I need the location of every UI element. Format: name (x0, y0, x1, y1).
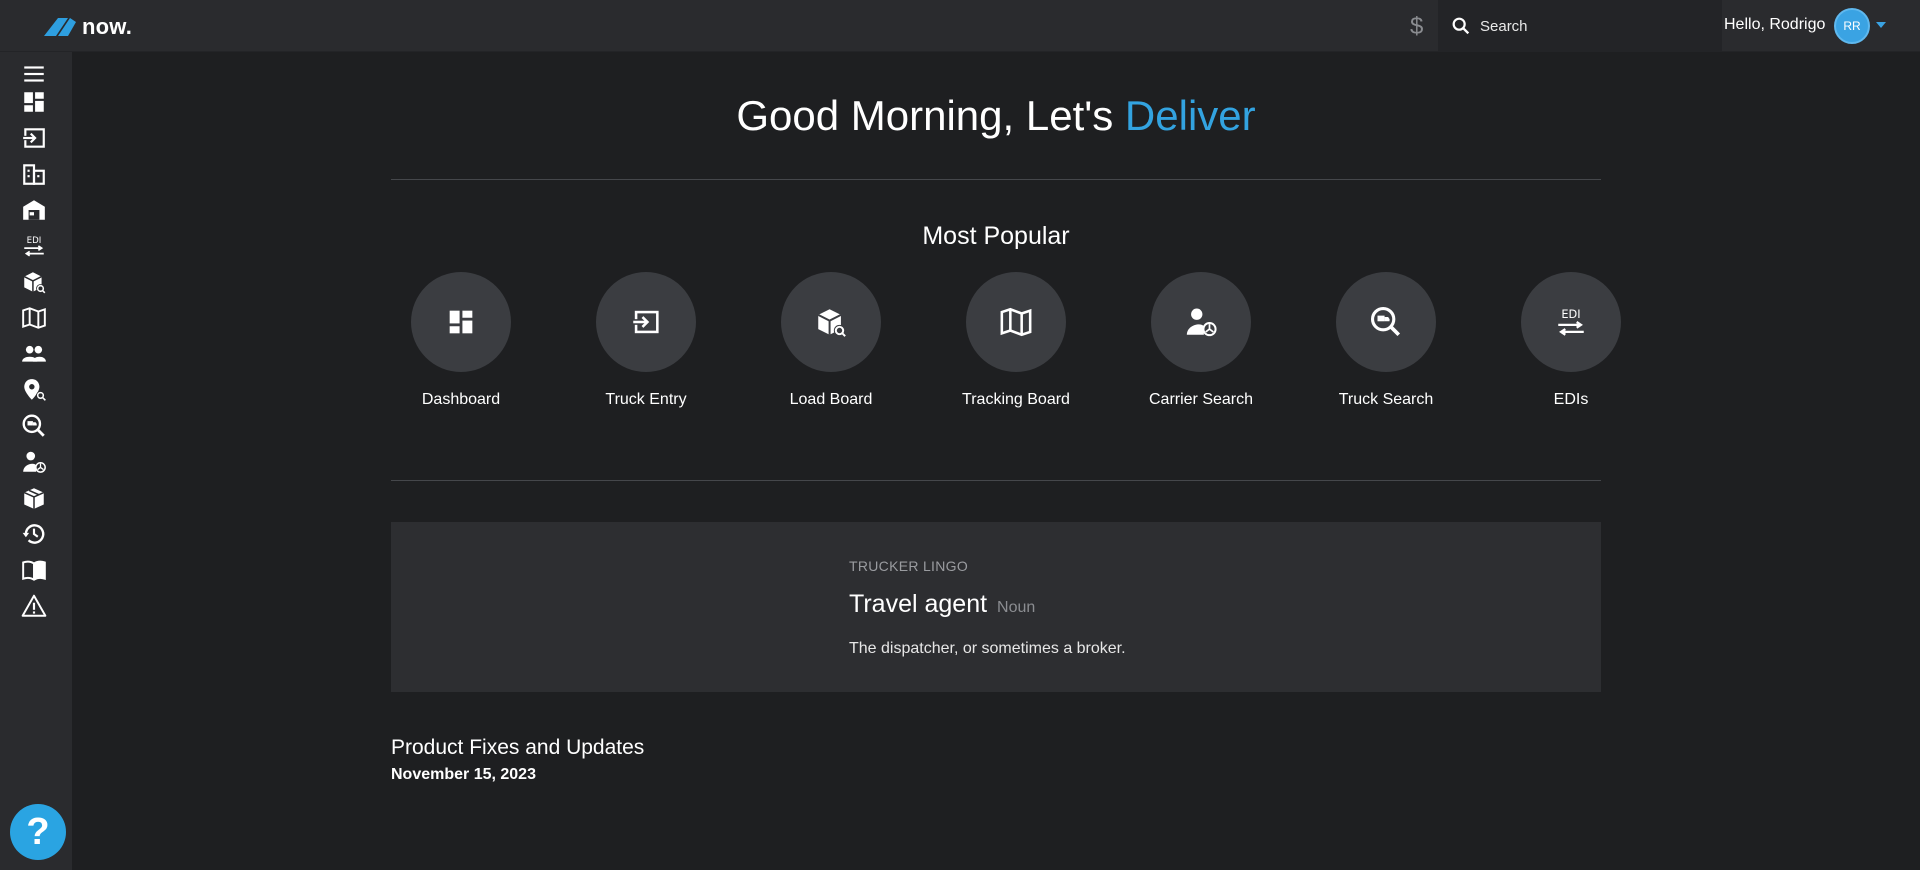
package-icon (23, 488, 45, 509)
tile-label: Truck Search (1338, 391, 1434, 408)
lingo-part-of-speech: Noun (997, 599, 1036, 616)
sidebar-item-edi[interactable]: EDI (20, 232, 48, 260)
chevron-down-icon[interactable] (1876, 22, 1886, 28)
tile-dashboard[interactable]: Dashboard (391, 272, 531, 410)
lingo-kicker: TRUCKER LINGO (849, 558, 969, 574)
map-icon (22, 307, 46, 329)
sidebar-item-load-board[interactable] (20, 268, 48, 296)
warning-icon (21, 594, 47, 617)
dashboard-icon (24, 92, 44, 112)
avatar[interactable]: RR (1834, 8, 1870, 44)
main-content: Good Morning, Let's Deliver Most Popular… (72, 52, 1920, 870)
sidebar-item-location-search[interactable] (20, 376, 48, 404)
tile-truck-search[interactable]: Truck Search (1316, 272, 1456, 410)
sidebar: EDI ? (0, 52, 72, 870)
tile-carrier-search[interactable]: Carrier Search (1131, 272, 1271, 410)
most-popular-title: Most Popular (922, 222, 1070, 250)
lingo-term: Travel agent Noun (849, 590, 1035, 619)
tile-tracking-board[interactable]: Tracking Board (946, 272, 1086, 410)
dollar-icon[interactable]: $ (1410, 13, 1423, 41)
updates-date: November 15, 2023 (391, 766, 536, 783)
tile-label: Load Board (789, 391, 873, 408)
tile-circle[interactable] (1336, 272, 1436, 372)
search-box[interactable] (1438, 0, 1722, 52)
truck-search-icon (22, 414, 45, 437)
history-icon (22, 524, 45, 544)
headline-accent: Deliver (1124, 92, 1256, 139)
sidebar-item-menu[interactable] (20, 60, 48, 88)
sidebar-item-truck-search[interactable] (20, 412, 48, 440)
sidebar-item-truck-entry[interactable] (20, 124, 48, 152)
user-greeting: Hello, Rodrigo (1724, 16, 1826, 33)
sidebar-item-buildings[interactable] (20, 160, 48, 188)
load-board-icon (23, 272, 46, 294)
lingo-definition: The dispatcher, or sometimes a broker. (849, 640, 1126, 657)
svg-text:EDI: EDI (27, 236, 42, 246)
menu-icon (24, 66, 44, 82)
logo-mark-icon (44, 18, 76, 36)
divider-middle (391, 480, 1601, 481)
dashboard-icon (449, 310, 473, 334)
people-icon (22, 345, 46, 362)
truck-entry-icon (631, 310, 659, 334)
edi-icon: EDI (1558, 307, 1584, 336)
sidebar-item-tracking[interactable] (20, 304, 48, 332)
page-title: Good Morning, Let's Deliver (72, 92, 1920, 140)
sidebar-item-alerts[interactable] (20, 592, 48, 620)
edi-icon: EDI (24, 236, 44, 257)
tile-circle[interactable] (596, 272, 696, 372)
tile-circle[interactable] (411, 272, 511, 372)
truck-entry-icon (23, 128, 45, 148)
svg-text:EDI: EDI (1561, 307, 1580, 321)
logo-text: now. (82, 14, 133, 39)
sidebar-item-guide[interactable] (20, 556, 48, 584)
sidebar-item-people[interactable] (20, 340, 48, 368)
divider-top (391, 179, 1601, 180)
sidebar-item-dashboard[interactable] (20, 88, 48, 116)
tile-load-board[interactable]: Load Board (761, 272, 901, 410)
trucker-lingo-card: TRUCKER LINGO Travel agent Noun The dispa… (391, 522, 1601, 692)
sidebar-item-carrier-search[interactable] (20, 448, 48, 476)
search-icon (1452, 17, 1470, 35)
tile-circle[interactable] (966, 272, 1066, 372)
sidebar-item-history[interactable] (20, 520, 48, 548)
carrier-search-icon (23, 451, 46, 473)
tile-edis[interactable]: EDI EDIs (1501, 272, 1641, 410)
updates-title: Product Fixes and Updates (391, 736, 645, 759)
map-icon (1000, 307, 1032, 337)
search-input[interactable] (1478, 16, 1698, 36)
tile-label: EDIs (1553, 391, 1589, 408)
load-board-icon (817, 309, 846, 337)
truck-search-icon (1370, 306, 1401, 337)
tile-circle[interactable]: EDI (1521, 272, 1621, 372)
book-icon (22, 560, 46, 581)
tile-label: Tracking Board (962, 391, 1070, 408)
tile-label: Truck Entry (605, 391, 687, 408)
sidebar-item-packages[interactable] (20, 484, 48, 512)
top-header: now. $ Hello, Rodrigo RR (0, 0, 1920, 52)
help-button[interactable]: ? (10, 804, 66, 860)
warehouse-icon (23, 200, 45, 220)
lingo-term-text: Travel agent (849, 590, 988, 618)
location-search-icon (24, 379, 46, 401)
sidebar-item-warehouse[interactable] (20, 196, 48, 224)
tile-circle[interactable] (781, 272, 881, 372)
carrier-search-icon (1186, 308, 1217, 337)
app-logo[interactable]: now. (42, 14, 132, 40)
tile-label: Carrier Search (1148, 391, 1254, 408)
tile-truck-entry[interactable]: Truck Entry (576, 272, 716, 410)
building-icon (23, 164, 45, 185)
tile-circle[interactable] (1151, 272, 1251, 372)
tile-label: Dashboard (421, 391, 501, 408)
headline-prefix: Good Morning, Let's (736, 92, 1125, 139)
